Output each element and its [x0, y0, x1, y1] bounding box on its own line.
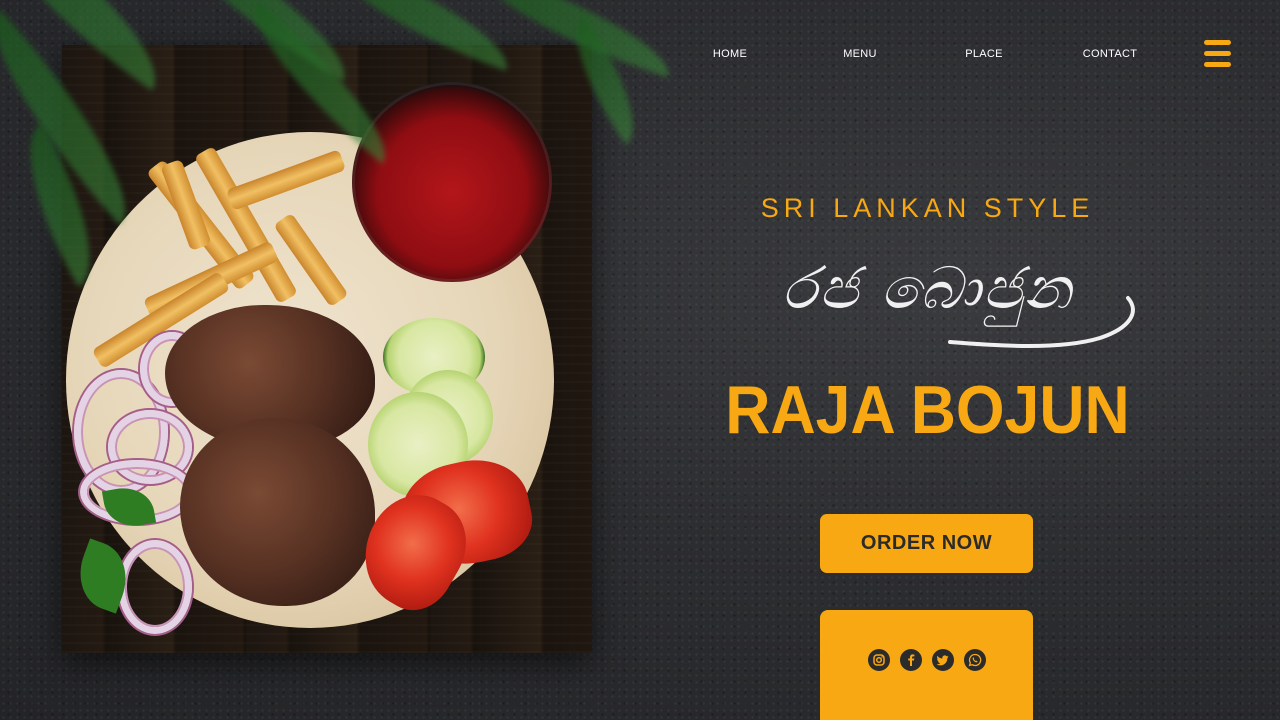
- social-links-panel: [820, 610, 1033, 720]
- onion-ring: [118, 540, 192, 634]
- hamburger-bar: [1204, 51, 1231, 56]
- nav-contact-link[interactable]: CONTACT: [1083, 48, 1137, 60]
- facebook-icon[interactable]: [899, 649, 922, 671]
- hamburger-menu-icon[interactable]: [1203, 40, 1233, 70]
- sinhala-title: රජ බොජුන: [700, 250, 1155, 355]
- social-icons-row: [820, 649, 1033, 671]
- landing-page: HOME MENU PLACE CONTACT SRI LANKAN STYLE…: [0, 0, 1280, 720]
- hamburger-bar: [1204, 40, 1231, 45]
- top-navigation: HOME MENU PLACE CONTACT: [690, 48, 1170, 64]
- instagram-icon[interactable]: [867, 649, 890, 671]
- sinhala-title-swash: [948, 296, 1135, 348]
- hero-subtitle: SRI LANKAN STYLE: [760, 193, 1095, 223]
- hero-title: RAJA BOJUN: [725, 372, 1130, 448]
- nav-menu-link[interactable]: MENU: [843, 48, 877, 60]
- whatsapp-icon[interactable]: [963, 649, 986, 671]
- twitter-icon[interactable]: [931, 649, 954, 671]
- nav-place-link[interactable]: PLACE: [965, 48, 1003, 60]
- hamburger-bar: [1204, 62, 1231, 67]
- order-now-button[interactable]: ORDER NOW: [820, 514, 1033, 573]
- nav-home-link[interactable]: HOME: [713, 48, 747, 60]
- ketchup-bowl: [352, 82, 552, 282]
